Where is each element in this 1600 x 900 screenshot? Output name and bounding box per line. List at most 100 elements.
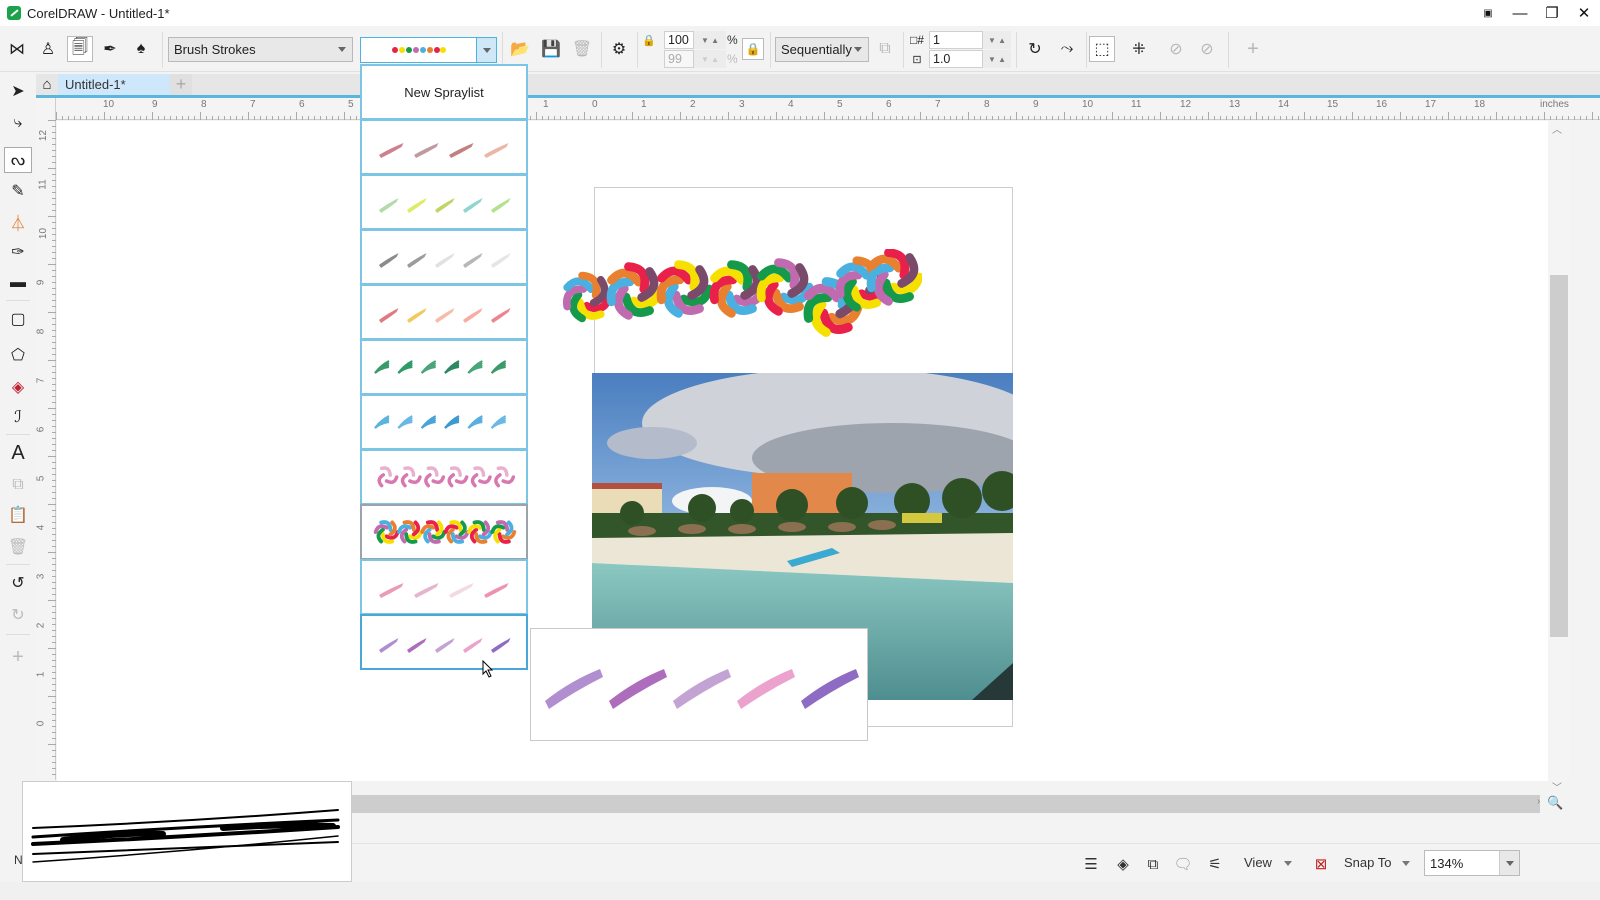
snap-chevron-icon[interactable] xyxy=(1402,861,1410,866)
text-tool-icon[interactable]: A xyxy=(4,440,32,466)
ruler-tick xyxy=(52,546,56,547)
save-icon[interactable]: 💾 xyxy=(538,36,564,62)
undo-icon[interactable]: ↺ xyxy=(4,570,32,596)
layers-icon[interactable]: ◈ xyxy=(1112,853,1134,875)
view-menu[interactable]: View xyxy=(1244,855,1272,870)
pages-icon[interactable]: ⧉ xyxy=(1142,853,1164,875)
spraylist-item-warm-strokes[interactable] xyxy=(360,284,528,340)
vertical-scrollbar[interactable]: ︿ ﹀ xyxy=(1548,121,1570,794)
vertical-scroll-thumb[interactable] xyxy=(1550,275,1568,637)
dab-spacing-spinner[interactable]: ▼ ▲ xyxy=(983,50,1011,68)
redo-icon[interactable]: ↻ xyxy=(4,602,32,628)
snap-to-menu[interactable]: Snap To xyxy=(1344,855,1391,870)
artistic-media-tool-icon[interactable]: ᔓ xyxy=(4,147,32,173)
spray-dab xyxy=(467,360,483,374)
rectangle-tool-icon[interactable]: ▢ xyxy=(4,306,32,332)
restore-button[interactable]: ❐ xyxy=(1536,0,1568,26)
zoom-dropdown-arrow[interactable] xyxy=(1499,851,1519,875)
view-chevron-icon[interactable] xyxy=(1284,861,1292,866)
zoom-level-combo[interactable]: 134% xyxy=(1424,850,1520,876)
minimize-button[interactable]: — xyxy=(1504,0,1536,26)
spray-size-top-field[interactable]: 100 xyxy=(664,31,694,49)
shape-tool-icon[interactable]: ⤷ xyxy=(4,110,32,136)
dabs-count-field[interactable]: 1 xyxy=(929,31,983,49)
scroll-right-icon[interactable]: › xyxy=(1537,796,1540,807)
object-properties-icon[interactable]: ⚟ xyxy=(1204,853,1226,875)
spraylist-item-green-leaves[interactable] xyxy=(360,339,528,395)
spraylist-item-purple-strokes[interactable] xyxy=(360,614,528,670)
add-to-spraylist-icon[interactable]: ⧉ xyxy=(872,36,898,62)
spraylist-item-rose-strokes[interactable] xyxy=(360,119,528,175)
rainbow-swirl-artwork[interactable] xyxy=(562,249,922,349)
spraylist-item-pink-swirls[interactable] xyxy=(360,449,528,505)
close-button[interactable]: ✕ xyxy=(1568,0,1600,26)
document-tabs: ⌂ Untitled-1* + xyxy=(36,74,1600,98)
dab-spacing-field[interactable]: 1.0 xyxy=(929,50,983,68)
offset-icon[interactable]: ⤳ xyxy=(1054,36,1080,62)
comments-icon[interactable]: 🗨 xyxy=(1172,853,1194,875)
reset-values-icon[interactable]: ⬚ xyxy=(1089,36,1115,62)
spray-size-bottom-field[interactable]: 99 xyxy=(664,50,694,68)
pick-tool-icon[interactable]: ➤ xyxy=(4,78,32,104)
add-tool-icon[interactable]: + xyxy=(4,644,32,670)
spraylist-dropdown[interactable] xyxy=(360,37,497,63)
spraylist-item-blue-splash[interactable] xyxy=(360,394,528,450)
ruler-tick xyxy=(242,116,243,120)
account-icon[interactable]: ▣ xyxy=(1472,0,1504,26)
copy-properties-icon[interactable]: ⧉ xyxy=(4,472,32,498)
ruler-tick xyxy=(1190,116,1191,120)
symmetry-tool-icon[interactable]: ⏃ xyxy=(4,209,32,235)
spraylist-item-pink-strokes[interactable] xyxy=(360,559,528,615)
home-icon[interactable]: ⌂ xyxy=(36,74,58,95)
delete-icon[interactable]: 🗑 xyxy=(569,36,595,62)
preset-brush-icon[interactable]: ♙ xyxy=(35,36,61,62)
pen-tool-icon[interactable]: ✑ xyxy=(4,239,32,265)
sprayer-icon[interactable]: 🗐 xyxy=(67,36,93,62)
spray-dab xyxy=(400,466,422,488)
pressure-icon[interactable]: ♠ xyxy=(128,36,154,62)
category-dropdown[interactable]: Brush Strokes xyxy=(168,37,353,62)
ruler-tick xyxy=(332,116,333,120)
break-apart-icon[interactable]: ⁜ xyxy=(1126,36,1152,62)
rotation-icon[interactable]: ↻ xyxy=(1022,36,1048,62)
lock-proportions-icon[interactable]: 🔒 xyxy=(742,38,764,60)
spray-dab xyxy=(377,466,399,488)
ruler-tick xyxy=(52,156,56,157)
open-folder-icon[interactable]: 📂 xyxy=(507,36,533,62)
paste-icon[interactable]: 📋 xyxy=(4,502,32,528)
spraylist-dropdown-arrow[interactable] xyxy=(476,38,496,62)
fill-tool-icon[interactable]: ◈ xyxy=(4,374,32,400)
add-toolbar-item-icon[interactable]: + xyxy=(1240,36,1266,62)
spraylist-item-rainbow-swirls[interactable] xyxy=(360,504,528,560)
spray-dab xyxy=(420,520,447,544)
zoom-icon[interactable]: 🔍 xyxy=(1547,795,1563,811)
effects-brush-icon[interactable]: ✎ xyxy=(4,178,32,204)
scroll-down-icon[interactable]: ﹀ xyxy=(1552,779,1562,794)
ruler-tick xyxy=(52,660,56,661)
spray-size-top-spinner[interactable]: ▼ ▲ xyxy=(694,31,726,49)
eraser-tool-icon[interactable]: ▬ xyxy=(4,270,32,296)
edit-spray-icon[interactable]: ⊘ xyxy=(1163,36,1189,62)
ruler-tick xyxy=(1310,116,1311,120)
add-tab-button[interactable]: + xyxy=(170,74,192,95)
tab-untitled-1[interactable]: Untitled-1* xyxy=(58,74,170,95)
horizontal-scrollbar[interactable] xyxy=(352,795,1540,813)
new-spraylist-item[interactable]: New Spraylist xyxy=(360,64,528,120)
delete-icon[interactable]: 🗑 xyxy=(4,534,32,560)
calligraphic-icon[interactable]: ✒ xyxy=(97,36,123,62)
spraylist-item-gray-strokes[interactable] xyxy=(360,229,528,285)
spray-size-bottom-spinner[interactable]: ▼ ▲ xyxy=(694,50,726,68)
polygon-tool-icon[interactable]: ⬠ xyxy=(4,342,32,368)
apply-spray-icon[interactable]: ⊘ xyxy=(1194,36,1220,62)
horizontal-ruler[interactable]: 10 9 8 7 6 5 1 0 1 2 3 4 5 6 7 8 9 10 11 12 13 14 15 16 17 18 inch… xyxy=(56,98,1600,120)
vertical-ruler[interactable]: 12 11 10 9 8 7 6 5 4 3 2 1 0 xyxy=(35,98,56,780)
align-icon[interactable]: ☰ xyxy=(1080,853,1102,875)
eyedropper-tool-icon[interactable]: ℐ xyxy=(4,404,32,430)
dabs-count-spinner[interactable]: ▼ ▲ xyxy=(983,31,1011,49)
spraylist-item-lime-strokes[interactable] xyxy=(360,174,528,230)
spraylist-settings-icon[interactable]: ⚙ xyxy=(606,36,632,62)
mirror-icon[interactable]: ⋈ xyxy=(4,36,30,62)
scroll-up-icon[interactable]: ︿ xyxy=(1552,121,1562,136)
snap-off-icon[interactable]: ⊠ xyxy=(1310,853,1332,875)
order-dropdown[interactable]: Sequentially xyxy=(775,37,869,62)
